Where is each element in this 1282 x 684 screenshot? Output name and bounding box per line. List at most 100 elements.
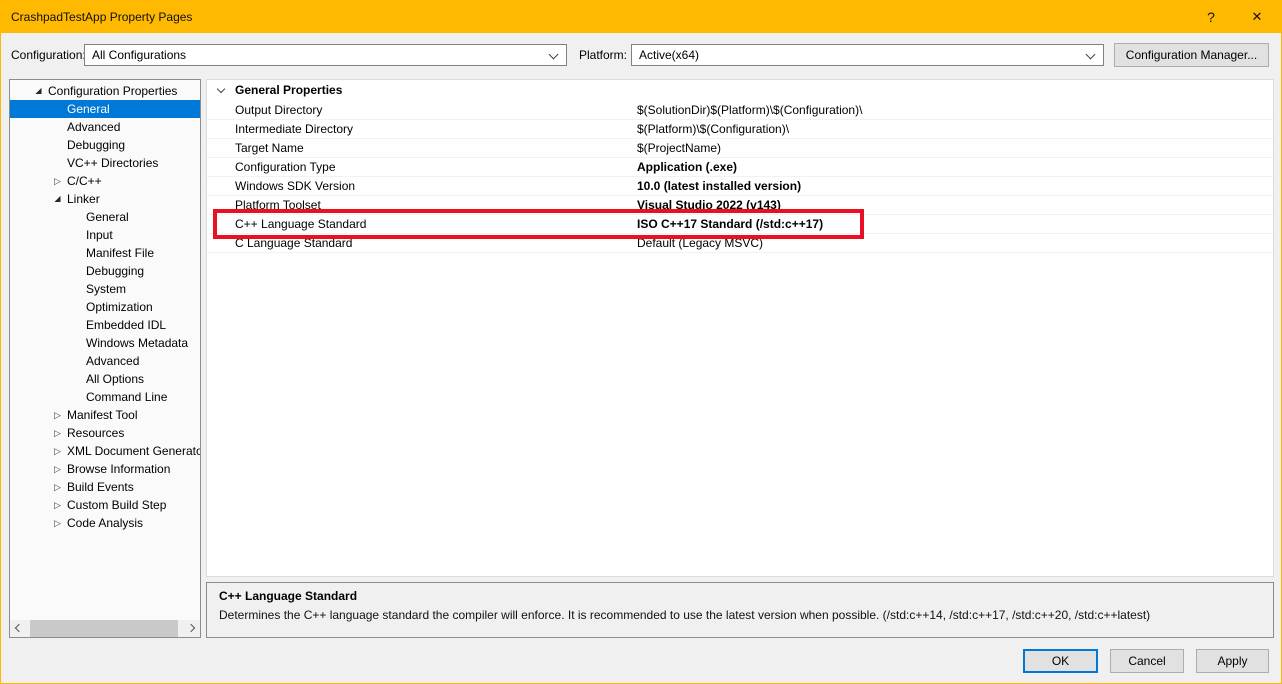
grid-section-general-properties[interactable]: General Properties <box>207 80 1273 101</box>
tree-indent-spacer <box>67 388 86 406</box>
property-name: Windows SDK Version <box>207 177 637 195</box>
expand-icon[interactable]: ▷ <box>48 442 67 460</box>
tree-item-label: Resources <box>67 424 124 442</box>
tree-item-embedded-idl[interactable]: Embedded IDL <box>10 316 200 334</box>
tree-indent-spacer <box>48 136 67 154</box>
collapse-icon[interactable]: ◢ <box>29 82 48 100</box>
collapse-icon[interactable]: ◢ <box>48 190 67 208</box>
property-value[interactable]: Application (.exe) <box>637 158 1273 176</box>
tree-item-label: Code Analysis <box>67 514 143 532</box>
property-row-c-language-standard[interactable]: C++ Language StandardISO C++17 Standard … <box>207 215 1273 234</box>
tree-horizontal-scrollbar[interactable] <box>10 620 200 637</box>
close-button[interactable]: ✕ <box>1239 1 1275 33</box>
tree-item-label: Manifest File <box>86 244 154 262</box>
tree-indent-spacer <box>48 118 67 136</box>
tree-item-c-c[interactable]: ▷C/C++ <box>10 172 200 190</box>
tree-item-advanced[interactable]: Advanced <box>10 352 200 370</box>
platform-label: Platform: <box>579 48 627 62</box>
tree-item-general[interactable]: General <box>10 208 200 226</box>
property-value[interactable]: ISO C++17 Standard (/std:c++17) <box>637 215 1273 233</box>
tree-item-label: Configuration Properties <box>48 82 177 100</box>
tree-item-manifest-tool[interactable]: ▷Manifest Tool <box>10 406 200 424</box>
tree-item-label: Debugging <box>67 136 125 154</box>
property-row-output-directory[interactable]: Output Directory$(SolutionDir)$(Platform… <box>207 101 1273 120</box>
property-value[interactable]: $(ProjectName) <box>637 139 1273 157</box>
tree-item-linker[interactable]: ◢Linker <box>10 190 200 208</box>
property-value[interactable]: 10.0 (latest installed version) <box>637 177 1273 195</box>
tree-item-optimization[interactable]: Optimization <box>10 298 200 316</box>
configuration-select-value: All Configurations <box>92 48 186 62</box>
tree-item-input[interactable]: Input <box>10 226 200 244</box>
apply-button[interactable]: Apply <box>1196 649 1269 673</box>
config-tree: ◢Configuration PropertiesGeneralAdvanced… <box>10 82 200 532</box>
tree-item-windows-metadata[interactable]: Windows Metadata <box>10 334 200 352</box>
property-row-target-name[interactable]: Target Name$(ProjectName) <box>207 139 1273 158</box>
expand-icon[interactable]: ▷ <box>48 406 67 424</box>
tree-item-browse-information[interactable]: ▷Browse Information <box>10 460 200 478</box>
property-row-platform-toolset[interactable]: Platform ToolsetVisual Studio 2022 (v143… <box>207 196 1273 215</box>
property-row-configuration-type[interactable]: Configuration TypeApplication (.exe) <box>207 158 1273 177</box>
window-title: CrashpadTestApp Property Pages <box>11 10 192 24</box>
tree-item-custom-build-step[interactable]: ▷Custom Build Step <box>10 496 200 514</box>
expand-icon[interactable]: ▷ <box>48 172 67 190</box>
configuration-manager-button[interactable]: Configuration Manager... <box>1114 43 1269 67</box>
description-title: C++ Language Standard <box>219 589 1261 603</box>
scroll-left-button[interactable] <box>10 620 27 637</box>
scroll-right-button[interactable] <box>183 620 200 637</box>
expand-icon[interactable]: ▷ <box>48 496 67 514</box>
expand-icon[interactable]: ▷ <box>48 460 67 478</box>
tree-item-label: Debugging <box>86 262 144 280</box>
property-row-intermediate-directory[interactable]: Intermediate Directory$(Platform)\$(Conf… <box>207 120 1273 139</box>
tree-item-configuration-properties[interactable]: ◢Configuration Properties <box>10 82 200 100</box>
tree-item-build-events[interactable]: ▷Build Events <box>10 478 200 496</box>
tree-item-label: Windows Metadata <box>86 334 188 352</box>
ok-button[interactable]: OK <box>1023 649 1098 673</box>
tree-item-label: Build Events <box>67 478 134 496</box>
platform-select[interactable]: Active(x64) <box>631 44 1104 66</box>
config-tree-panel: ◢Configuration PropertiesGeneralAdvanced… <box>9 79 201 638</box>
configuration-select[interactable]: All Configurations <box>84 44 567 66</box>
tree-item-command-line[interactable]: Command Line <box>10 388 200 406</box>
tree-item-debugging[interactable]: Debugging <box>10 262 200 280</box>
expand-icon[interactable]: ▷ <box>48 424 67 442</box>
tree-item-system[interactable]: System <box>10 280 200 298</box>
tree-item-debugging[interactable]: Debugging <box>10 136 200 154</box>
property-row-windows-sdk-version[interactable]: Windows SDK Version10.0 (latest installe… <box>207 177 1273 196</box>
property-grid: General Properties Output Directory$(Sol… <box>206 79 1274 577</box>
tree-item-all-options[interactable]: All Options <box>10 370 200 388</box>
tree-item-vc-directories[interactable]: VC++ Directories <box>10 154 200 172</box>
expand-icon[interactable]: ▷ <box>48 478 67 496</box>
property-value[interactable]: Default (Legacy MSVC) <box>637 234 1273 252</box>
chevron-right-icon <box>187 624 195 632</box>
titlebar: CrashpadTestApp Property Pages ? ✕ <box>1 1 1281 33</box>
tree-item-manifest-file[interactable]: Manifest File <box>10 244 200 262</box>
tree-item-xml-document-generator[interactable]: ▷XML Document Generator <box>10 442 200 460</box>
property-name: C Language Standard <box>207 234 637 252</box>
property-value[interactable]: Visual Studio 2022 (v143) <box>637 196 1273 214</box>
tree-item-advanced[interactable]: Advanced <box>10 118 200 136</box>
property-name: Configuration Type <box>207 158 637 176</box>
tree-item-label: Command Line <box>86 388 167 406</box>
chevron-down-icon <box>549 50 559 60</box>
property-row-c-language-standard[interactable]: C Language StandardDefault (Legacy MSVC) <box>207 234 1273 253</box>
tree-indent-spacer <box>67 244 86 262</box>
tree-item-code-analysis[interactable]: ▷Code Analysis <box>10 514 200 532</box>
property-value[interactable]: $(Platform)\$(Configuration)\ <box>637 120 1273 138</box>
property-name: Intermediate Directory <box>207 120 637 138</box>
tree-item-label: VC++ Directories <box>67 154 158 172</box>
tree-indent-spacer <box>67 226 86 244</box>
property-value[interactable]: $(SolutionDir)$(Platform)\$(Configuratio… <box>637 101 1273 119</box>
tree-item-label: Linker <box>67 190 100 208</box>
expand-icon[interactable]: ▷ <box>48 514 67 532</box>
tree-item-label: System <box>86 280 126 298</box>
property-name: Target Name <box>207 139 637 157</box>
cancel-button[interactable]: Cancel <box>1110 649 1184 673</box>
help-button[interactable]: ? <box>1193 1 1229 33</box>
tree-item-general[interactable]: General <box>10 100 200 118</box>
chevron-left-icon <box>15 624 23 632</box>
tree-item-resources[interactable]: ▷Resources <box>10 424 200 442</box>
scrollbar-thumb[interactable] <box>30 620 178 637</box>
tree-item-label: Manifest Tool <box>67 406 137 424</box>
tree-item-label: Custom Build Step <box>67 496 166 514</box>
property-name: C++ Language Standard <box>207 215 637 233</box>
